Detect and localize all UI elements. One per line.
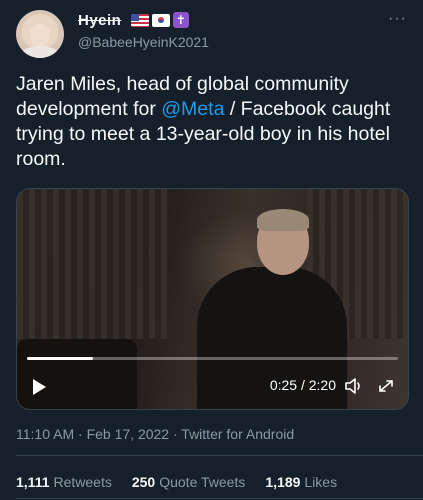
tweet-time[interactable]: 11:10 AM xyxy=(16,426,74,442)
more-options-icon[interactable]: ··· xyxy=(388,10,407,28)
tweet-date[interactable]: Feb 17, 2022 xyxy=(87,426,170,442)
likes-count: 1,189 xyxy=(265,474,301,490)
avatar[interactable] xyxy=(16,10,64,58)
display-name[interactable]: Hyein xyxy=(78,12,121,29)
divider xyxy=(16,498,423,499)
video-sofa xyxy=(17,339,137,409)
tweet-meta: 11:10 AM · Feb 17, 2022 · Twitter for An… xyxy=(16,426,294,442)
play-icon[interactable] xyxy=(33,379,46,395)
video-player[interactable]: 0:25 / 2:20 xyxy=(16,188,409,410)
retweets-label: Retweets xyxy=(53,474,112,490)
avatar-shirt xyxy=(20,46,60,58)
tweet-header: Hyein ✝ @BabeeHyeinK2021 ··· xyxy=(16,10,407,58)
video-curtain-left xyxy=(17,189,167,339)
divider xyxy=(16,455,423,456)
quote-tweets-label: Quote Tweets xyxy=(159,474,246,490)
retweets-stat[interactable]: 1,111 Retweets xyxy=(16,474,112,490)
quote-tweets-stat[interactable]: 250 Quote Tweets xyxy=(132,474,246,490)
mention-link[interactable]: @Meta xyxy=(161,98,224,120)
name-emoji-group: ✝ xyxy=(130,12,189,28)
video-time: 0:25 / 2:20 xyxy=(269,377,336,393)
kr-flag-icon xyxy=(151,14,170,27)
quote-tweets-count: 250 xyxy=(131,474,156,490)
user-block: Hyein ✝ @BabeeHyeinK2021 xyxy=(78,12,209,50)
retweets-count: 1,111 xyxy=(16,474,50,490)
likes-stat[interactable]: 1,189 Likes xyxy=(265,474,337,490)
volume-icon[interactable] xyxy=(344,377,364,395)
video-progress-fill xyxy=(27,357,94,360)
us-flag-icon xyxy=(130,14,149,27)
tweet-source[interactable]: Twitter for Android xyxy=(181,426,294,442)
fullscreen-icon[interactable] xyxy=(376,377,396,395)
user-handle[interactable]: @BabeeHyeinK2021 xyxy=(78,34,209,50)
separator-dot: · xyxy=(78,426,87,442)
video-progress-bar[interactable] xyxy=(27,357,398,360)
tweet-text: Jaren Miles, head of global community de… xyxy=(16,72,408,172)
latin-cross-icon: ✝ xyxy=(172,12,189,28)
avatar-face xyxy=(30,24,50,46)
tweet-stats: 1,111 Retweets 250 Quote Tweets 1,189 Likes xyxy=(16,474,337,490)
video-person-hair xyxy=(257,209,309,231)
likes-label: Likes xyxy=(304,474,338,490)
